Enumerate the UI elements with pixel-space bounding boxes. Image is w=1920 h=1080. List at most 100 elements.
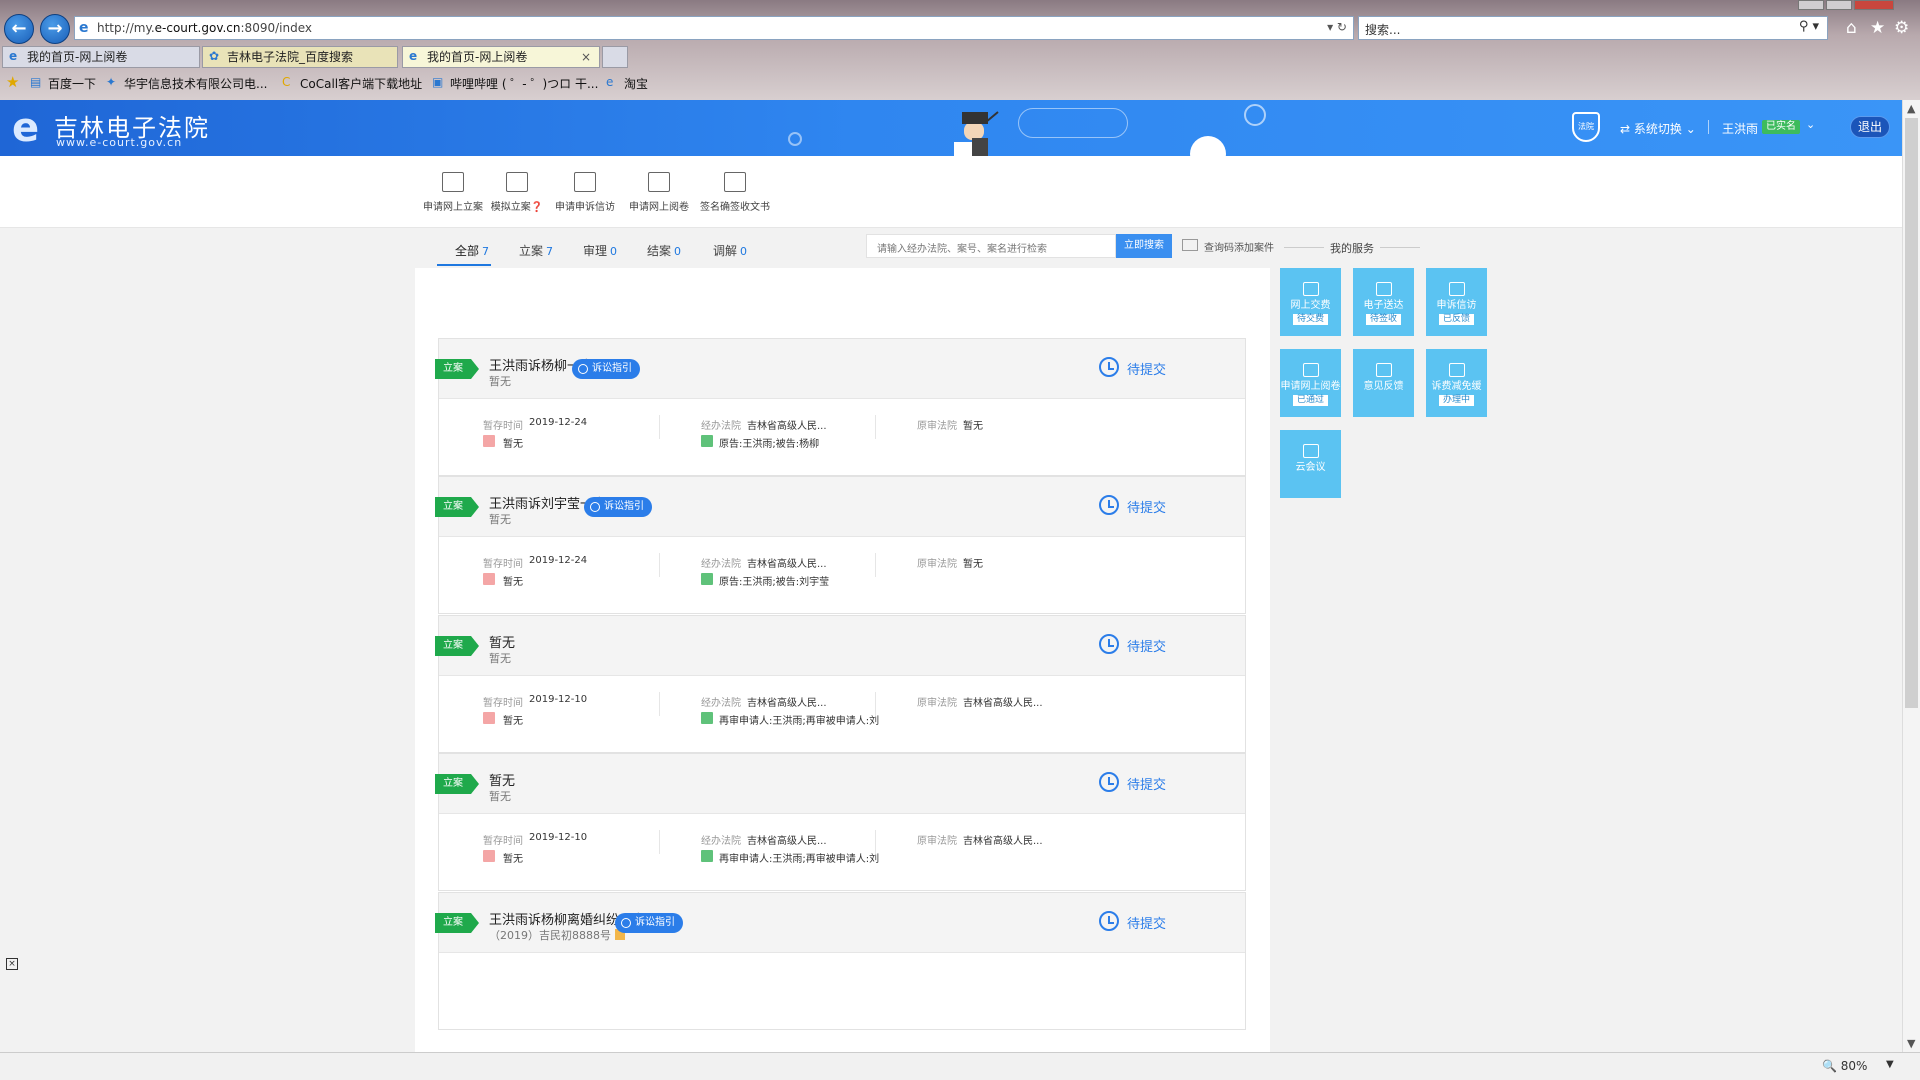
litigation-guide-button[interactable]: 诉讼指引 — [584, 497, 652, 517]
case-header: 立案 王洪雨诉杨柳一案 暂无 诉讼指引 待提交 — [435, 339, 1245, 399]
parties-icon — [701, 435, 713, 447]
note-value: 暂无 — [503, 854, 523, 865]
ie-tab-icon: e — [9, 49, 18, 63]
user-name[interactable]: 王洪雨 — [1722, 120, 1758, 137]
case-card[interactable]: 立案 王洪雨诉刘宇莹一案 暂无 诉讼指引 待提交 暂存时间 2019-12-24 暂无 经办法院… — [435, 476, 1246, 614]
feedback-tile[interactable]: 意见反馈 — [1353, 349, 1414, 417]
home-icon[interactable]: ⌂ — [1846, 18, 1857, 38]
handling-court-label: 经办法院 — [701, 836, 741, 847]
back-button[interactable]: ← — [4, 14, 34, 44]
apply-petition-button[interactable]: 申请申诉信访 — [550, 172, 620, 213]
search-icon[interactable]: ⚲ ▾ — [1799, 19, 1819, 34]
mascot-illustration — [954, 111, 999, 156]
favorites-star-icon[interactable]: ★ — [1870, 18, 1885, 38]
note-icon — [483, 573, 495, 585]
case-card[interactable]: 立案 王洪雨诉杨柳离婚纠纷一案 （2019）吉民初8888号 诉讼指引 待提交 — [435, 892, 1246, 1030]
browser-tab-3-active[interactable]: e 我的首页-网上阅卷 × — [402, 46, 600, 68]
simulated-filing-button[interactable]: 模拟立案❓ — [482, 172, 552, 213]
close-window-button[interactable] — [1854, 0, 1894, 10]
sign-documents-button[interactable]: 签名确签收文书 — [700, 172, 770, 213]
handling-court-value: 吉林省高级人民... — [747, 421, 827, 432]
scroll-thumb[interactable] — [1905, 118, 1918, 708]
handling-court-value: 吉林省高级人民... — [747, 836, 827, 847]
apply-online-review-button[interactable]: 申请网上阅卷 — [624, 172, 694, 213]
e-delivery-tile[interactable]: 电子送达 待签收 — [1353, 268, 1414, 336]
favorite-link-2[interactable]: ✦ 华宇信息技术有限公司电... — [106, 75, 267, 92]
petition-tile[interactable]: 申诉信访 已反馈 — [1426, 268, 1487, 336]
page-marker-icon: × — [6, 958, 18, 970]
litigation-guide-button[interactable]: 诉讼指引 — [615, 913, 683, 933]
vertical-scrollbar[interactable]: ▲ ▼ — [1902, 100, 1920, 1052]
browser-chrome: ← → e http://my.e-court.gov.cn:8090/inde… — [0, 0, 1920, 100]
tab-trial[interactable]: 审理 0 — [583, 242, 617, 259]
note-value: 暂无 — [503, 716, 523, 727]
pending-submit-button[interactable]: 待提交 — [1099, 357, 1166, 378]
tab-closed[interactable]: 结案 0 — [647, 242, 681, 259]
case-search-input[interactable]: 请输入经办法院、案号、案名进行检索 — [866, 234, 1116, 258]
my-services-title: 我的服务 — [1284, 242, 1420, 255]
address-bar[interactable]: e http://my.e-court.gov.cn:8090/index ▾ … — [74, 16, 1354, 40]
favorite-link-3[interactable]: C CoCall客户端下载地址 — [282, 75, 422, 92]
case-title[interactable]: 暂无 — [489, 770, 515, 789]
query-code-icon — [1182, 239, 1198, 251]
forward-button[interactable]: → — [40, 14, 70, 44]
tab-filed[interactable]: 立案 7 — [519, 242, 553, 259]
apply-online-filing-button[interactable]: 申请网上立案 — [418, 172, 488, 213]
litigation-guide-button[interactable]: 诉讼指引 — [572, 359, 640, 379]
pay-fees-tile[interactable]: 网上交费 待交费 — [1280, 268, 1341, 336]
favorite-link-4[interactable]: ▣ 哔哩哔哩 ( ゜- ゜)つロ 干... — [432, 75, 598, 92]
refresh-icon[interactable]: ▾ ↻ — [1327, 20, 1347, 34]
chevron-down-icon[interactable]: ▼ — [1886, 1059, 1894, 1070]
service-name: 网上交费 — [1290, 300, 1331, 311]
court-logo-icon[interactable]: e — [12, 106, 48, 150]
case-card[interactable]: 立案 王洪雨诉杨柳一案 暂无 诉讼指引 待提交 暂存时间 2019-12-24 暂无 经办法院吉… — [435, 338, 1246, 476]
scroll-down-icon[interactable]: ▼ — [1907, 1037, 1915, 1050]
active-tab-indicator — [437, 264, 491, 266]
pending-submit-button[interactable]: 待提交 — [1099, 772, 1166, 793]
minimize-button[interactable] — [1798, 0, 1824, 10]
browser-search-box[interactable]: 搜索... ⚲ ▾ — [1358, 16, 1828, 40]
search-now-button[interactable]: 立即搜索 — [1116, 234, 1172, 258]
favorites-star-icon[interactable]: ★ — [6, 73, 19, 91]
parties-value: 原告:王洪雨;被告:刘宇莹 — [719, 577, 830, 588]
pending-submit-button[interactable]: 待提交 — [1099, 495, 1166, 516]
case-card[interactable]: 立案 暂无 暂无 待提交 暂存时间 2019-12-10 暂无 经办法院 吉林省高级人民... 再… — [435, 615, 1246, 753]
parties-value: 再审申请人:王洪雨;再审被申请人:刘 — [719, 716, 880, 727]
scroll-up-icon[interactable]: ▲ — [1907, 102, 1915, 115]
clock-icon — [1099, 634, 1119, 654]
chevron-down-icon[interactable]: ⌄ — [1806, 118, 1815, 131]
service-status-badge: 办理中 — [1438, 395, 1474, 406]
favorite-link-1[interactable]: ▤ 百度一下 — [30, 75, 96, 92]
cloud-meeting-tile[interactable]: 云会议 — [1280, 430, 1341, 498]
pending-submit-button[interactable]: 待提交 — [1099, 911, 1166, 932]
new-tab-button[interactable] — [602, 46, 628, 68]
logout-button[interactable]: 退出 — [1850, 116, 1890, 138]
case-title[interactable]: 暂无 — [489, 632, 515, 651]
maximize-button[interactable] — [1826, 0, 1852, 10]
column-divider — [875, 692, 876, 716]
court-shield-icon: 法院 — [1572, 112, 1600, 142]
case-header: 立案 暂无 暂无 待提交 — [435, 754, 1245, 814]
case-status-flag: 立案 — [435, 359, 479, 379]
settings-gear-icon[interactable]: ⚙ — [1894, 18, 1909, 38]
system-switch-dropdown[interactable]: ⇄ 系统切换 ⌄ — [1620, 120, 1696, 137]
note-icon — [483, 435, 495, 447]
note-value: 暂无 — [503, 439, 523, 450]
online-review-tile[interactable]: 申请网上阅卷 已通过 — [1280, 349, 1341, 417]
query-code-add-case-link[interactable]: 查询码添加案件 — [1182, 239, 1274, 254]
handling-court-label: 经办法院 — [701, 559, 741, 570]
pending-submit-button[interactable]: 待提交 — [1099, 634, 1166, 655]
column-divider — [659, 692, 660, 716]
case-header: 立案 暂无 暂无 待提交 — [435, 616, 1245, 676]
fee-waiver-tile[interactable]: 诉费减免缓 办理中 — [1426, 349, 1487, 417]
zoom-level[interactable]: 🔍 80% — [1822, 1059, 1867, 1073]
ie-icon: e — [79, 20, 89, 36]
browser-tab-2[interactable]: ✿ 吉林电子法院_百度搜索 — [202, 46, 398, 68]
tab-mediation[interactable]: 调解 0 — [713, 242, 747, 259]
case-card[interactable]: 立案 暂无 暂无 待提交 暂存时间 2019-12-10 暂无 经办法院 吉林省高级人民... 再… — [435, 753, 1246, 891]
tab-close-icon[interactable]: × — [581, 47, 591, 67]
tab-all[interactable]: 全部 7 — [455, 242, 489, 259]
favorite-link-5[interactable]: e 淘宝 — [606, 75, 648, 92]
screen-icon — [506, 172, 528, 192]
browser-tab-1[interactable]: e 我的首页-网上阅卷 — [2, 46, 200, 68]
